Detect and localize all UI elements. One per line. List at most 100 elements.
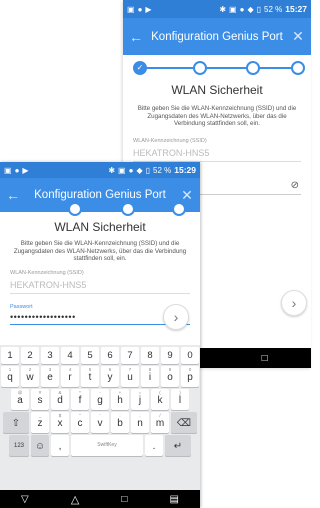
comma-key[interactable]: ,: [51, 435, 69, 456]
close-icon[interactable]: ✕: [291, 28, 305, 45]
letter-key[interactable]: " c: [71, 412, 89, 433]
play-icon: ▶: [22, 165, 29, 175]
next-button[interactable]: ›: [281, 290, 307, 316]
emoji-key[interactable]: ☺: [31, 435, 49, 456]
letter-key[interactable]: 6y: [101, 366, 119, 387]
letter-key[interactable]: @ a: [11, 389, 29, 410]
letter-key[interactable]: 3e: [41, 366, 59, 387]
symbols-key[interactable]: 123: [9, 435, 29, 456]
key-secondary: 2: [28, 367, 32, 372]
key-secondary: (: [159, 390, 161, 395]
battery-text: 52 %: [264, 4, 283, 14]
ssid-field[interactable]: HEKATRON-HNS5: [133, 148, 301, 162]
key-label: z: [37, 418, 43, 429]
letter-key[interactable]: / m: [151, 412, 169, 433]
number-key[interactable]: 6: [101, 347, 119, 364]
number-key[interactable]: 8: [141, 347, 159, 364]
page-description: Bitte geben Sie die WLAN-Kennzeichnung (…: [137, 105, 297, 127]
letter-key[interactable]: -g: [91, 389, 109, 410]
battery-text: 52 %: [153, 165, 172, 175]
wifi-icon: ◆: [247, 4, 254, 14]
key-secondary: *: [79, 390, 81, 395]
key-secondary: $: [58, 413, 62, 418]
step-3-dot: [121, 202, 135, 216]
play-icon: ▶: [145, 4, 152, 14]
letter-key[interactable]: & d: [51, 389, 69, 410]
back-arrow-icon[interactable]: ←: [129, 29, 143, 45]
number-key[interactable]: 2: [21, 347, 39, 364]
number-key[interactable]: 1: [1, 347, 19, 364]
number-key[interactable]: 4: [61, 347, 79, 364]
ssid-field[interactable]: HEKATRON-HNS5: [10, 280, 190, 294]
key-secondary: ": [79, 413, 81, 418]
letter-key[interactable]: = j: [131, 389, 149, 410]
letter-key[interactable]: # s: [31, 389, 49, 410]
key-secondary: 6: [108, 367, 112, 372]
dnd-icon: ●: [128, 165, 134, 175]
letter-key[interactable]: 8i: [141, 366, 159, 387]
step-4-dot: [172, 202, 186, 216]
key-label: p: [187, 372, 193, 383]
step-4-dot: [291, 61, 305, 75]
nfc-icon: ▣: [118, 165, 126, 175]
back-arrow-icon[interactable]: ←: [6, 187, 20, 203]
back-nav-icon[interactable]: ▽: [21, 494, 29, 505]
front-phone-screen: ▣ ● ▶ ✱ ▣ ● ◆ ▯ 52 % 15:29 ← Konfigurati…: [0, 162, 200, 508]
next-button[interactable]: ›: [163, 304, 189, 330]
letter-key[interactable]: 0p: [181, 366, 199, 387]
letter-key[interactable]: _ z: [31, 412, 49, 433]
number-key[interactable]: 5: [81, 347, 99, 364]
number-key[interactable]: 7: [121, 347, 139, 364]
sim-icon: ▯: [256, 4, 262, 14]
letter-key[interactable]: 1q: [1, 366, 19, 387]
key-label: h: [117, 395, 123, 406]
ssid-label: WLAN-Kennzeichnung (SSID): [10, 269, 84, 276]
letter-key[interactable]: * f: [71, 389, 89, 410]
letter-key[interactable]: 7u: [121, 366, 139, 387]
key-secondary: ': [99, 413, 101, 418]
close-icon[interactable]: ✕: [180, 187, 194, 204]
key-secondary: #: [38, 390, 42, 395]
letter-key[interactable]: ) l: [171, 389, 189, 410]
keyboard: 1234567890 1q2w3e4r5t6y7u8i9o0p @ a # s & d * f…: [0, 345, 200, 490]
letter-key[interactable]: $ x: [51, 412, 69, 433]
key-secondary: &: [58, 390, 62, 395]
key-secondary: 0: [188, 367, 192, 372]
number-key[interactable]: 3: [41, 347, 59, 364]
home-icon[interactable]: △: [71, 493, 79, 506]
stepper-line: [16, 207, 176, 209]
enter-key[interactable]: ↵: [165, 435, 191, 456]
keyboard-icon[interactable]: ▤: [169, 494, 178, 505]
bluetooth-icon: ✱: [108, 165, 116, 175]
key-label: m: [155, 418, 165, 429]
recents-icon[interactable]: □: [121, 494, 127, 505]
letter-key[interactable]: 9o: [161, 366, 179, 387]
letter-key[interactable]: + h: [111, 389, 129, 410]
clock: 15:27: [285, 4, 307, 14]
key-secondary: 5: [88, 367, 92, 372]
key-secondary: 3: [48, 367, 52, 372]
number-key[interactable]: 9: [161, 347, 179, 364]
recents-icon[interactable]: □: [262, 353, 268, 364]
key-label: j: [138, 395, 142, 406]
stepper-line: [139, 67, 299, 69]
key-secondary: 1: [8, 367, 12, 372]
letter-key[interactable]: ' v: [91, 412, 109, 433]
space-key[interactable]: SwiftKey: [71, 435, 143, 456]
key-label: a: [17, 395, 23, 406]
key-label: t: [88, 372, 92, 383]
key-label: n: [137, 418, 143, 429]
letter-key[interactable]: 5t: [81, 366, 99, 387]
period-key[interactable]: .: [145, 435, 163, 456]
letter-key[interactable]: :b: [111, 412, 129, 433]
letter-key[interactable]: (k: [151, 389, 169, 410]
number-key[interactable]: 0: [181, 347, 199, 364]
backspace-key[interactable]: ⌫: [171, 412, 197, 433]
letter-key[interactable]: 4r: [61, 366, 79, 387]
letter-key[interactable]: ; n: [131, 412, 149, 433]
app-bar: ← Konfiguration Genius Port ✕: [123, 18, 311, 55]
letter-key[interactable]: 2w: [21, 366, 39, 387]
hide-password-icon[interactable]: ⊘: [291, 180, 299, 191]
shift-key[interactable]: ⇧: [3, 412, 29, 433]
key-label: g: [97, 395, 103, 406]
